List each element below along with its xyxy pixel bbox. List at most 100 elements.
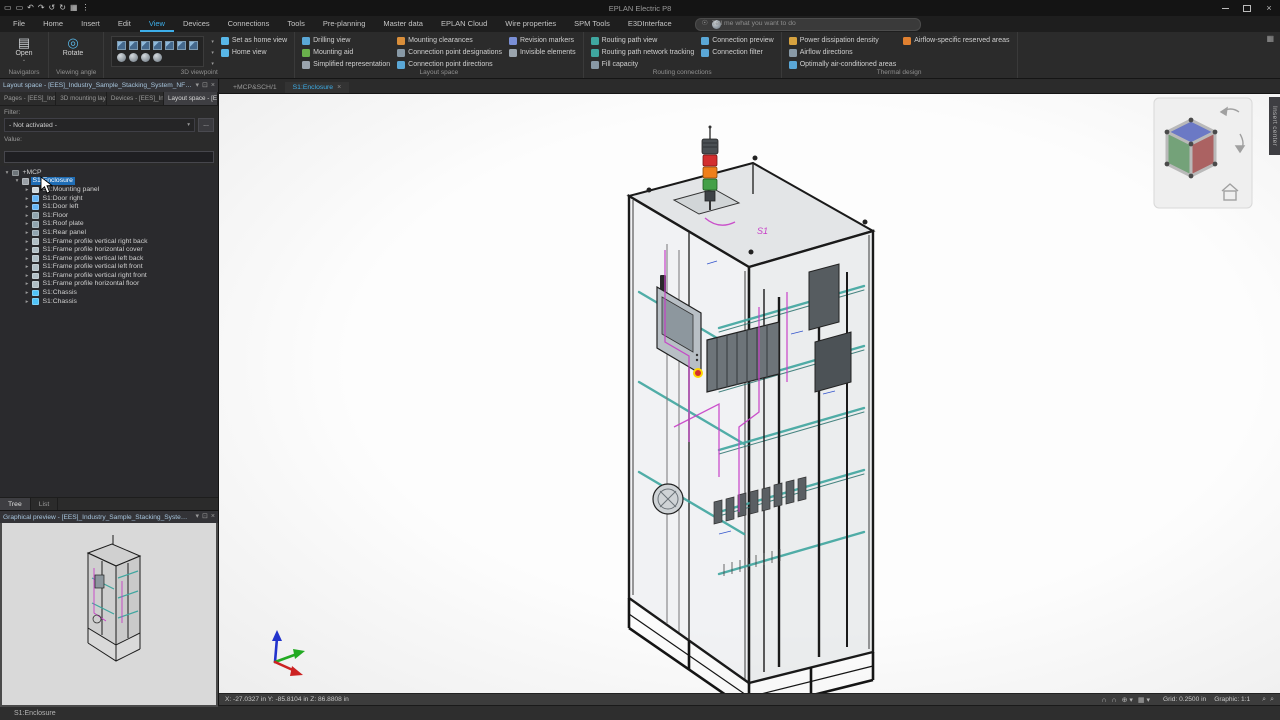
menu-tab-spm-tools[interactable]: SPM Tools <box>565 16 619 32</box>
tree-row-s1-frame-profile-horizontal-floor[interactable]: ▸S1:Frame profile horizontal floor <box>0 280 218 289</box>
menu-tab-devices[interactable]: Devices <box>174 16 219 32</box>
viewpoint-cube-icon[interactable] <box>117 41 126 50</box>
chevron-down-icon[interactable]: ▾ <box>211 61 214 67</box>
tree-row-s1-door-right[interactable]: ▸S1:Door right <box>0 194 218 203</box>
navigator-tab-devices-ees-in[interactable]: Devices - [EES]_In... <box>107 92 164 105</box>
status-icon-2[interactable]: ⊕ ▾ <box>1122 697 1133 704</box>
filter-more-button[interactable]: ... <box>198 118 214 132</box>
navigation-cube[interactable] <box>1154 98 1252 208</box>
tree-row-s1-frame-profile-vertical-right-back[interactable]: ▸S1:Frame profile vertical right back <box>0 237 218 246</box>
ribbon-button-power-dissipation-density[interactable]: Power dissipation density <box>789 37 897 45</box>
menu-tab-view[interactable]: View <box>140 16 174 32</box>
expander-icon[interactable]: ▸ <box>24 204 30 210</box>
navigator-tab-3d-mounting-lay[interactable]: 3D mounting lay... <box>56 92 107 105</box>
close-icon[interactable]: × <box>211 80 215 92</box>
tree-row-s1-roof-plate[interactable]: ▸S1:Roof plate <box>0 220 218 229</box>
ribbon-button-rotate[interactable]: ◎Rotate <box>56 33 90 58</box>
viewpoint-cube-icon[interactable] <box>177 41 186 50</box>
ribbon-button-mounting-aid[interactable]: Mounting aid <box>302 49 390 57</box>
tree-row-s1-rear-panel[interactable]: ▸S1:Rear panel <box>0 229 218 238</box>
viewpoint-cube-icon[interactable] <box>165 41 174 50</box>
navigator-tab-pages-ees-ind[interactable]: Pages - [EES]_Ind... <box>0 92 56 105</box>
menu-tab-file[interactable]: File <box>4 16 34 32</box>
search-box[interactable]: ☉ Tell me what you want to do <box>695 18 921 31</box>
tree-row-s1-floor[interactable]: ▸S1:Floor <box>0 211 218 220</box>
maximize-button[interactable] <box>1236 0 1258 16</box>
minimize-button[interactable] <box>1214 0 1236 16</box>
ribbon-button-airflow-specific-reserved-areas[interactable]: Airflow-specific reserved areas <box>903 37 1009 45</box>
menu-tab-home[interactable]: Home <box>34 16 72 32</box>
value-input[interactable] <box>4 151 214 163</box>
ribbon-button-connection-point-directions[interactable]: Connection point directions <box>397 61 502 69</box>
tree-row-mcp[interactable]: ▾+MCP <box>0 168 218 177</box>
tree-row-s1-enclosure[interactable]: ▾S1:Enclosure <box>0 177 218 186</box>
ribbon-button-connection-point-designations[interactable]: Connection point designations <box>397 49 502 57</box>
expander-icon[interactable]: ▸ <box>24 256 30 262</box>
ribbon-button-routing-path-view[interactable]: Routing path view <box>591 37 695 45</box>
menu-tab-e3dinterface[interactable]: E3DInterface <box>619 16 681 32</box>
panel-menu-icon[interactable]: ▾ <box>196 511 200 523</box>
tree-row-s1-frame-profile-vertical-left-front[interactable]: ▸S1:Frame profile vertical left front <box>0 263 218 272</box>
tree-row-s1-door-left[interactable]: ▸S1:Door left <box>0 203 218 212</box>
menu-tab-wire-properties[interactable]: Wire properties <box>496 16 565 32</box>
3d-viewport[interactable]: S1 <box>219 94 1280 693</box>
viewpoint-cube-icon[interactable] <box>141 41 150 50</box>
status-icon-1[interactable]: ∩ <box>1112 697 1117 704</box>
expander-icon[interactable]: ▸ <box>24 187 30 193</box>
expander-icon[interactable]: ▸ <box>24 273 30 279</box>
chevron-down-icon[interactable]: ▾ <box>211 50 214 56</box>
filter-dropdown[interactable]: - Not activated - ▾ <box>4 118 195 132</box>
ribbon-button-airflow-directions[interactable]: Airflow directions <box>789 49 897 57</box>
viewpoint-sphere-icon[interactable] <box>141 53 150 62</box>
close-icon[interactable]: × <box>337 84 341 91</box>
expander-icon[interactable]: ▸ <box>24 247 30 253</box>
ribbon-button-revision-markers[interactable]: Revision markers <box>509 37 576 45</box>
expander-icon[interactable]: ▸ <box>24 221 30 227</box>
expander-icon[interactable]: ▸ <box>24 299 30 305</box>
ribbon-button-connection-preview[interactable]: Connection preview <box>701 37 773 45</box>
expander-icon[interactable]: ▸ <box>24 239 30 245</box>
pin-icon[interactable]: ⊡ <box>202 80 208 92</box>
tree-row-s1-chassis[interactable]: ▸S1:Chassis <box>0 297 218 306</box>
expander-icon[interactable]: ▾ <box>14 178 20 184</box>
viewpoint-cube-icon[interactable] <box>153 41 162 50</box>
doc-tab-s1-enclosure[interactable]: S1:Enclosure× <box>285 82 350 93</box>
expander-icon[interactable]: ▸ <box>24 213 30 219</box>
close-button[interactable]: × <box>1258 0 1280 16</box>
ribbon-button-open[interactable]: ▤Open⌄ <box>7 33 41 63</box>
tree-row-s1-mounting-panel[interactable]: ▸S1:Mounting panel <box>0 186 218 195</box>
menu-tab-insert[interactable]: Insert <box>72 16 109 32</box>
status-icon-0[interactable]: ∩ <box>1102 697 1107 704</box>
ribbon-button-home-view[interactable]: Home view <box>221 49 287 57</box>
viewpoint-cube-icon[interactable] <box>129 41 138 50</box>
tree-row-s1-frame-profile-vertical-left-back[interactable]: ▸S1:Frame profile vertical left back <box>0 254 218 263</box>
tree-row-s1-chassis[interactable]: ▸S1:Chassis <box>0 289 218 298</box>
graphic-scale[interactable]: Graphic: 1:1 <box>1214 696 1250 703</box>
ribbon-button-optimally-air-conditioned-areas[interactable]: Optimally air-conditioned areas <box>789 61 897 69</box>
close-icon[interactable]: × <box>211 511 215 523</box>
grid-setting[interactable]: Grid: 0.2500 in <box>1163 696 1206 703</box>
expander-icon[interactable]: ▸ <box>24 196 30 202</box>
doc-tab-mcp-sch-1[interactable]: +MCP&SCH/1 <box>225 82 285 93</box>
expander-icon[interactable]: ▸ <box>24 290 30 296</box>
zoom-icon-0[interactable]: ⌕ <box>1262 696 1266 703</box>
menu-tab-tools[interactable]: Tools <box>278 16 314 32</box>
ribbon-options-icon[interactable]: ▦ <box>1266 34 1274 43</box>
menu-tab-eplan-cloud[interactable]: EPLAN Cloud <box>432 16 496 32</box>
menu-tab-master-data[interactable]: Master data <box>374 16 432 32</box>
expander-icon[interactable]: ▸ <box>24 264 30 270</box>
ribbon-button-simplified-representation[interactable]: Simplified representation <box>302 61 390 69</box>
insert-center-tab[interactable]: Insert center <box>1269 97 1280 155</box>
panel-menu-icon[interactable]: ▾ <box>196 80 200 92</box>
ribbon-button-routing-path-network-tracking[interactable]: Routing path network tracking <box>591 49 695 57</box>
expander-icon[interactable]: ▸ <box>24 281 30 287</box>
tree-row-s1-frame-profile-vertical-right-front[interactable]: ▸S1:Frame profile vertical right front <box>0 272 218 281</box>
menu-tab-edit[interactable]: Edit <box>109 16 140 32</box>
pin-icon[interactable]: ⊡ <box>202 511 208 523</box>
expander-icon[interactable]: ▾ <box>4 170 10 176</box>
tree-row-s1-frame-profile-horizontal-cover[interactable]: ▸S1:Frame profile horizontal cover <box>0 246 218 255</box>
menu-tab-pre-planning[interactable]: Pre-planning <box>314 16 375 32</box>
tab-tree[interactable]: Tree <box>0 498 31 510</box>
ribbon-button-fill-capacity[interactable]: Fill capacity <box>591 61 695 69</box>
ribbon-button-drilling-view[interactable]: Drilling view <box>302 37 390 45</box>
